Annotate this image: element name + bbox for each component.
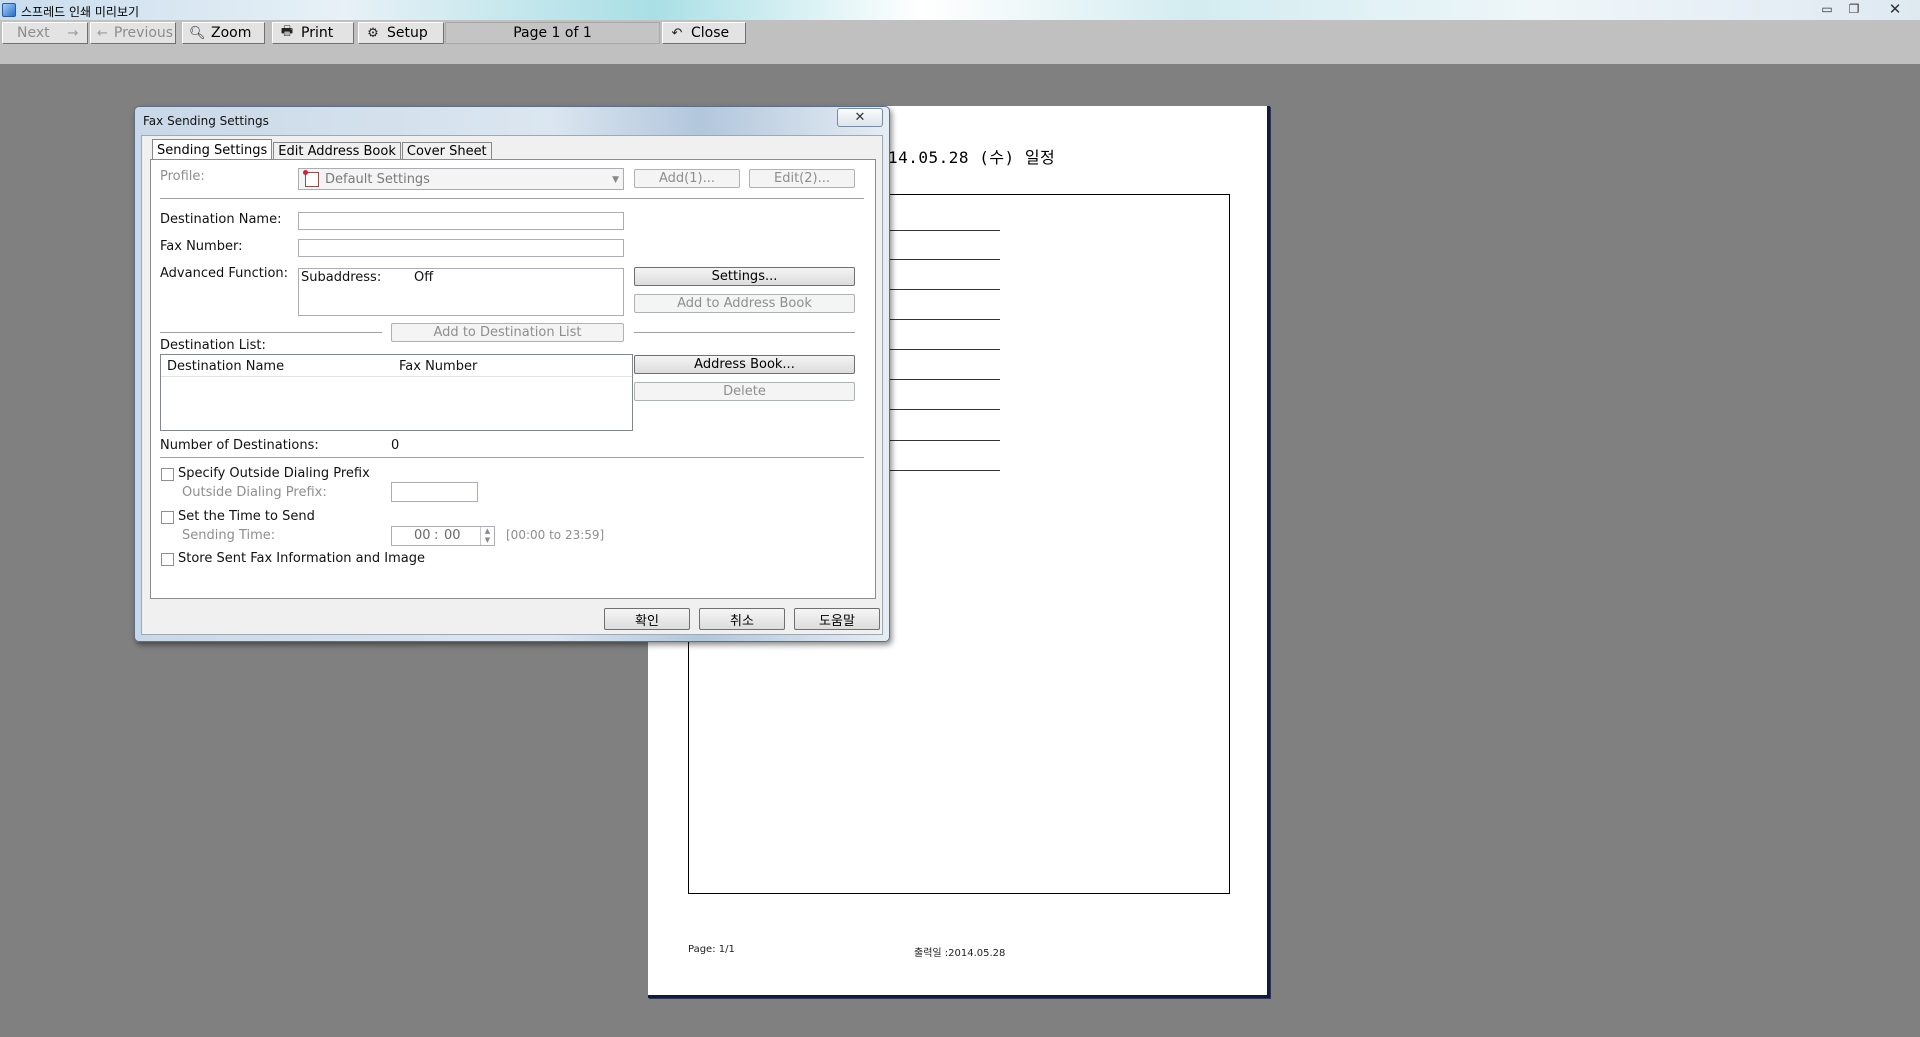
page-line (888, 379, 1000, 380)
close-window-icon[interactable]: ✕ (1884, 0, 1906, 18)
print-button[interactable]: 🖶 Print (272, 22, 354, 44)
separator (160, 198, 864, 199)
fax-number-label: Fax Number: (160, 239, 243, 254)
page-line (888, 319, 1000, 320)
sending-time-minutes[interactable]: 00 (444, 528, 461, 543)
setup-button[interactable]: ⚙ Setup (358, 22, 444, 44)
fax-number-input[interactable] (298, 239, 624, 257)
page-line (888, 230, 1000, 231)
arrow-left-icon: ← (97, 25, 108, 41)
chevron-down-icon: ▼ (612, 175, 619, 185)
time-to-send-label: Set the Time to Send (178, 509, 315, 524)
profile-value: Default Settings (325, 171, 430, 187)
close-button[interactable]: ↶ Close (662, 22, 746, 44)
undo-icon: ↶ (671, 25, 683, 41)
tab-sending-settings[interactable]: Sending Settings (152, 139, 273, 160)
outside-dialing-prefix-label: Outside Dialing Prefix: (182, 485, 327, 500)
previous-button[interactable]: ← Previous (90, 22, 176, 44)
sending-time-range: [00:00 to 23:59] (506, 528, 605, 542)
app-icon (2, 3, 16, 17)
subaddress-value: Off (414, 270, 434, 285)
page-line (888, 289, 1000, 290)
separator (634, 332, 855, 333)
next-label: Next (17, 25, 50, 41)
page-line (888, 470, 1000, 471)
store-info-checkbox[interactable] (161, 553, 174, 566)
number-of-destinations-value: 0 (391, 438, 400, 453)
title-bar: 스프레드 인쇄 미리보기 ▭ ❐ ✕ (0, 0, 1920, 20)
fax-settings-dialog: Fax Sending Settings ✕ Sending Settings … (134, 106, 890, 642)
profile-label: Profile: (160, 169, 205, 184)
destination-list[interactable]: Destination Name Fax Number (160, 354, 633, 431)
address-book-button[interactable]: Address Book... (634, 355, 855, 374)
settings-button[interactable]: Settings... (634, 267, 855, 286)
sending-time-separator: : (434, 528, 439, 543)
sending-time-spinner[interactable]: 00 : 00 ▲ ▼ (391, 526, 495, 546)
column-fax-number[interactable]: Fax Number (399, 359, 477, 374)
close-label: Close (691, 25, 730, 41)
add-to-destination-list-button[interactable]: Add to Destination List (391, 323, 624, 342)
setup-label: Setup (387, 25, 428, 41)
destination-list-header: Destination Name Fax Number (161, 355, 632, 377)
add-to-address-book-button[interactable]: Add to Address Book (634, 294, 855, 313)
cancel-button[interactable]: 취소 (699, 608, 785, 630)
page-line (888, 409, 1000, 410)
sending-time-label: Sending Time: (182, 528, 276, 543)
close-icon: ✕ (854, 110, 866, 125)
magnifier-icon: 🔍︎ (189, 25, 206, 41)
page-heading: 14.05.28 (수) 일정 (888, 148, 1056, 167)
page-footer-number: Page: 1/1 (688, 944, 735, 955)
destination-name-label: Destination Name: (160, 212, 282, 227)
window-title: 스프레드 인쇄 미리보기 (21, 5, 140, 19)
advanced-function-label: Advanced Function: (160, 266, 289, 281)
setup-icon: ⚙ (367, 25, 379, 41)
destination-name-input[interactable] (298, 212, 624, 230)
sending-settings-panel: Profile: Default Settings ▼ Add(1)... Ed… (150, 159, 876, 599)
preview-toolbar: Next → ← Previous 🔍︎ Zoom 🖶 Print ⚙ Setu… (0, 20, 1920, 64)
tab-cover-sheet[interactable]: Cover Sheet (401, 142, 492, 160)
arrow-right-icon: → (67, 25, 79, 41)
maximize-icon[interactable]: ❐ (1843, 1, 1865, 17)
dialog-title: Fax Sending Settings (143, 114, 269, 128)
next-button[interactable]: Next → (2, 22, 88, 44)
sending-time-hours[interactable]: 00 (414, 528, 431, 543)
spin-up-icon[interactable]: ▲ (481, 527, 494, 536)
advanced-function-box: Subaddress: Off (298, 268, 624, 316)
previous-label: Previous (113, 25, 174, 41)
subaddress-label: Subaddress: (301, 270, 382, 285)
page-line (888, 259, 1000, 260)
spin-down-icon[interactable]: ▼ (481, 536, 494, 545)
edit-profile-button[interactable]: Edit(2)... (749, 169, 855, 188)
page-indicator: Page 1 of 1 (445, 22, 660, 44)
page-line (888, 440, 1000, 441)
outside-dialing-prefix-input[interactable] (391, 482, 478, 502)
destination-list-label: Destination List: (160, 338, 266, 353)
print-label: Print (301, 25, 334, 41)
spinner-arrows[interactable]: ▲ ▼ (480, 527, 494, 545)
delete-button[interactable]: Delete (634, 382, 855, 401)
time-to-send-checkbox[interactable] (161, 511, 174, 524)
separator (160, 332, 382, 333)
outside-dialing-label: Specify Outside Dialing Prefix (178, 466, 370, 481)
profile-select[interactable]: Default Settings ▼ (298, 168, 624, 190)
add-profile-button[interactable]: Add(1)... (634, 169, 740, 188)
tab-strip: Sending Settings Edit Address Book Cover… (152, 139, 493, 160)
tab-edit-address-book[interactable]: Edit Address Book (273, 142, 401, 160)
page-line (888, 349, 1000, 350)
outside-dialing-checkbox[interactable] (161, 468, 174, 481)
dialog-close-button[interactable]: ✕ (837, 108, 883, 127)
zoom-button[interactable]: 🔍︎ Zoom (182, 22, 265, 44)
separator (160, 457, 864, 458)
document-icon (303, 169, 319, 187)
column-destination-name[interactable]: Destination Name (167, 359, 284, 374)
zoom-label: Zoom (211, 25, 252, 41)
dialog-body: Sending Settings Edit Address Book Cover… (141, 135, 883, 635)
help-button[interactable]: 도움말 (794, 608, 880, 630)
number-of-destinations-label: Number of Destinations: (160, 438, 319, 453)
page-footer-date: 출력일 :2014.05.28 (914, 948, 1006, 959)
store-info-label: Store Sent Fax Information and Image (178, 551, 425, 566)
minimize-icon[interactable]: ▭ (1816, 1, 1838, 17)
ok-button[interactable]: 확인 (604, 608, 690, 630)
printer-icon: 🖶 (280, 24, 294, 39)
